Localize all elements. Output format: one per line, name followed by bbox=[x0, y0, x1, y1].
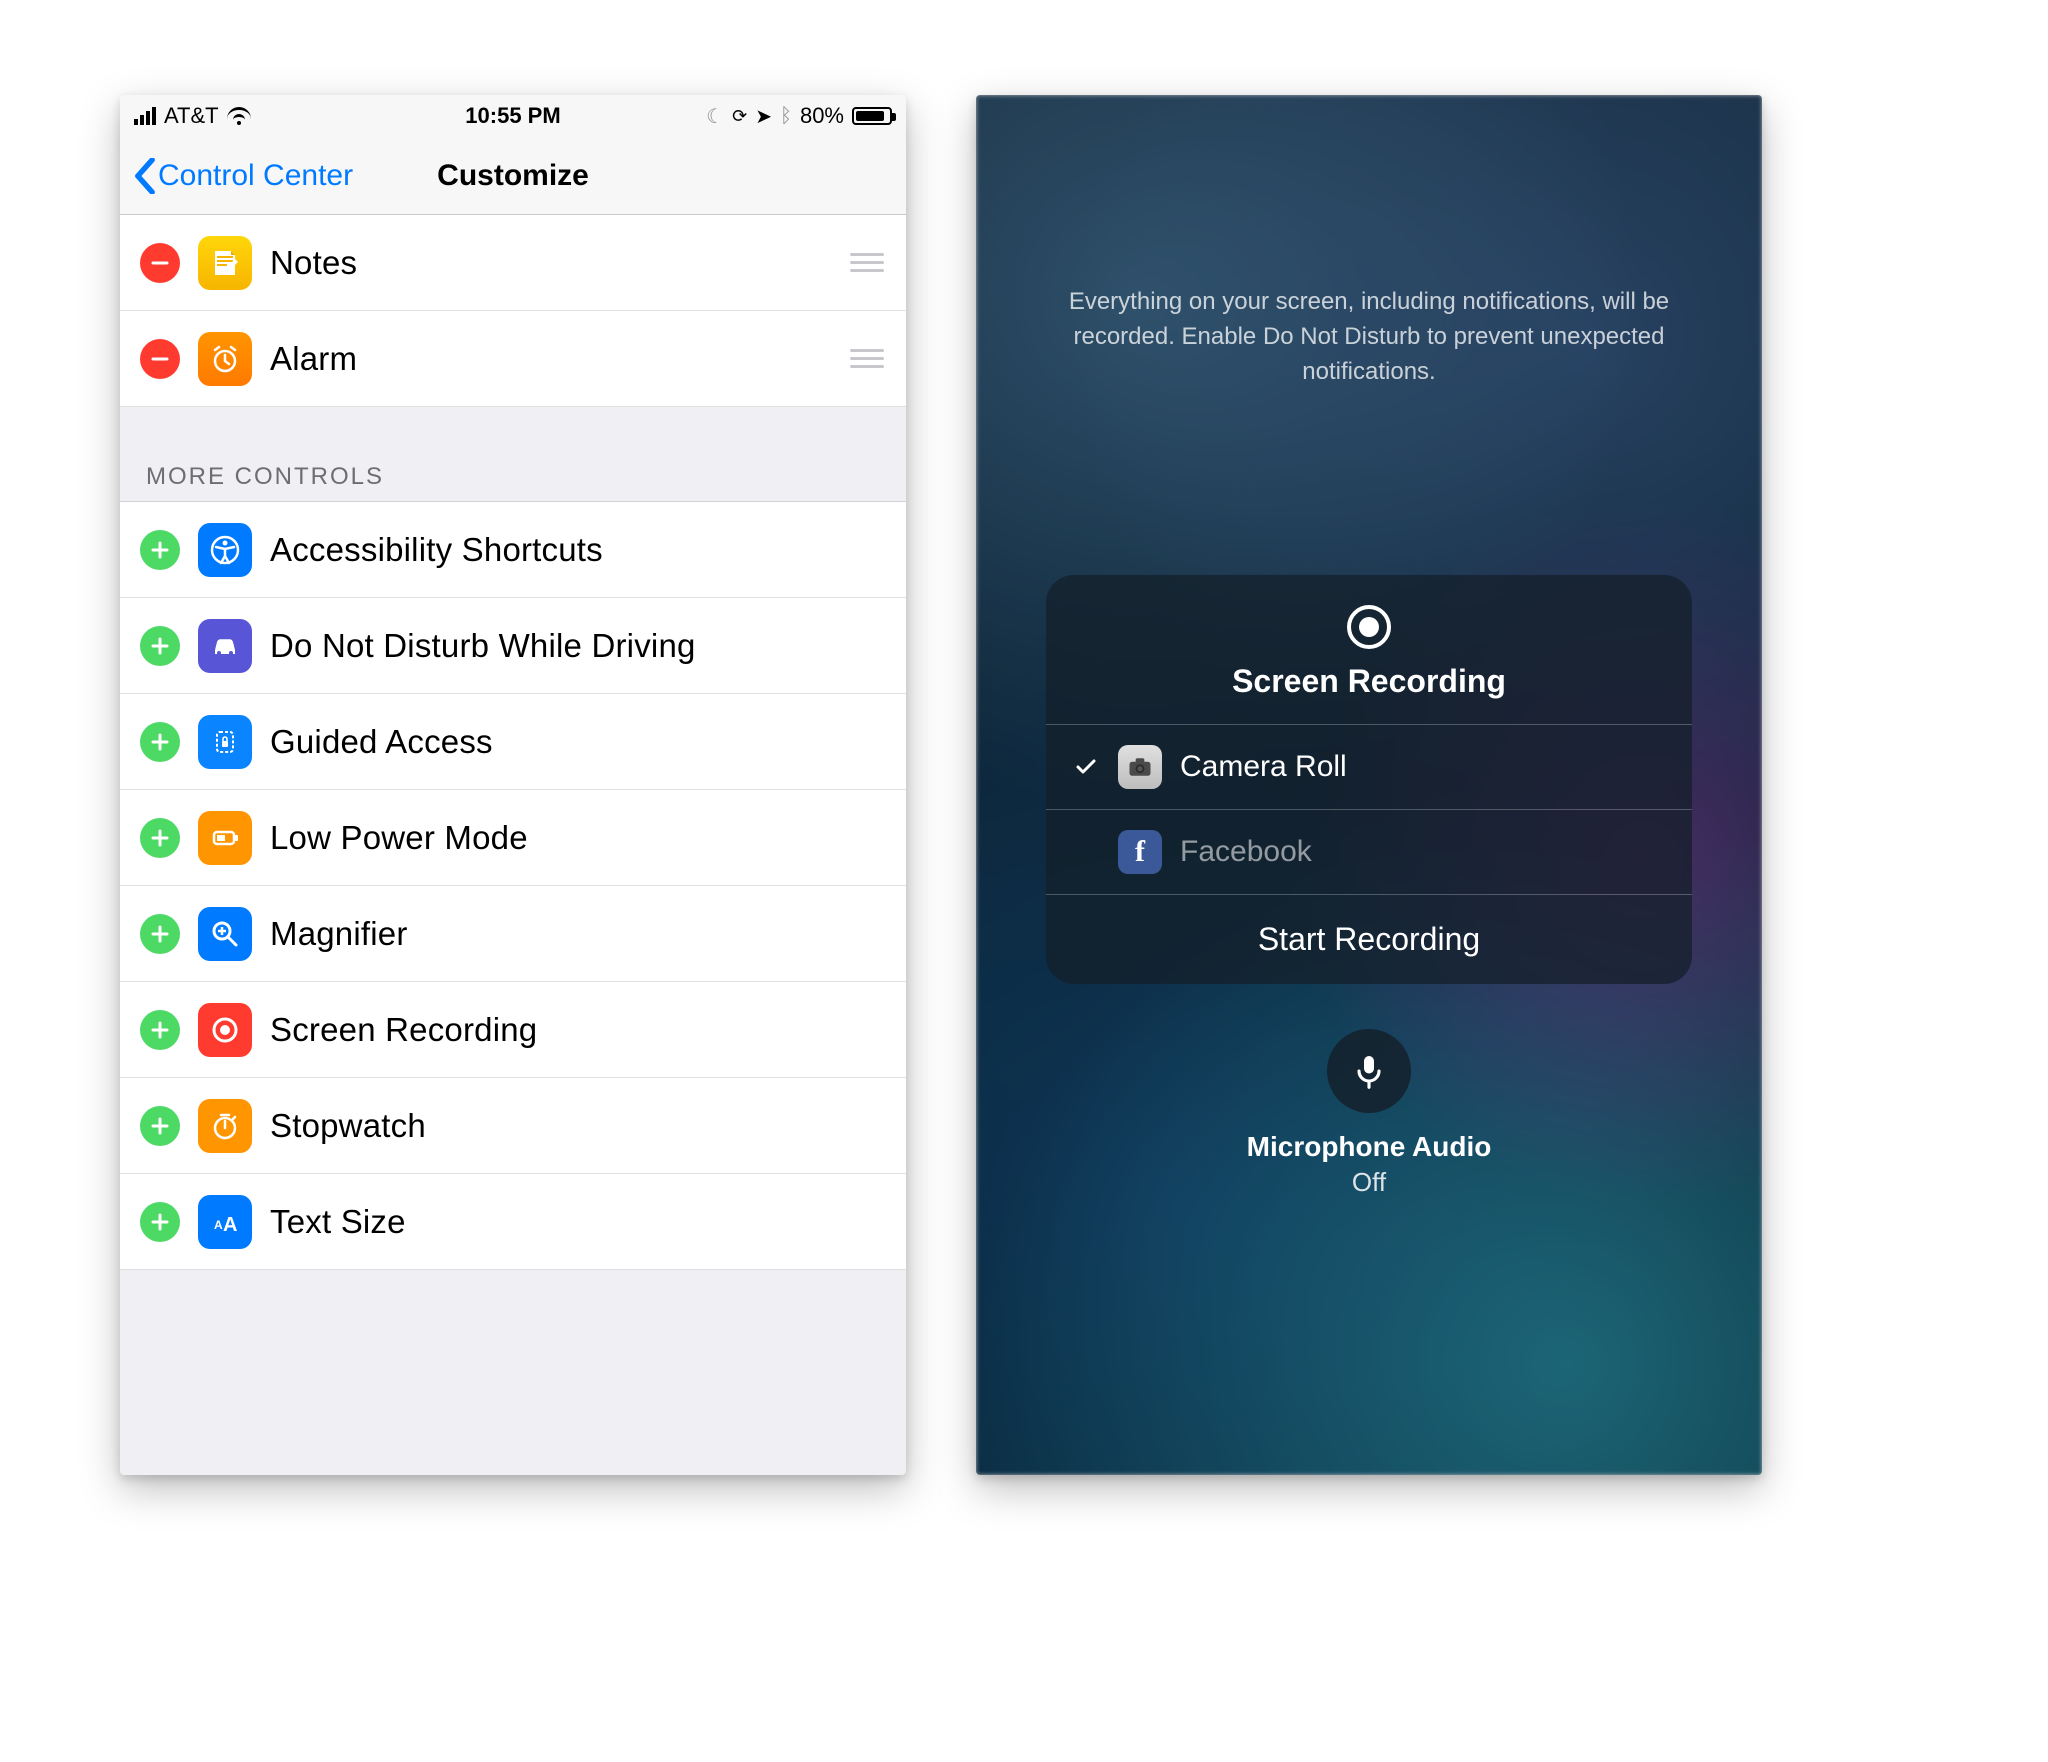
add-button[interactable] bbox=[140, 530, 180, 570]
svg-text:A: A bbox=[214, 1218, 223, 1232]
plus-icon bbox=[150, 828, 170, 848]
control-label: Text Size bbox=[270, 1203, 406, 1241]
remove-button[interactable] bbox=[140, 339, 180, 379]
microphone-icon bbox=[1349, 1051, 1389, 1091]
reorder-handle[interactable] bbox=[850, 349, 884, 368]
checkmark-icon bbox=[1072, 755, 1100, 779]
control-row-text-size[interactable]: AA Text Size bbox=[120, 1174, 906, 1270]
control-row-low-power[interactable]: Low Power Mode bbox=[120, 790, 906, 886]
add-button[interactable] bbox=[140, 1010, 180, 1050]
microphone-label: Microphone Audio bbox=[976, 1131, 1762, 1163]
control-row-notes[interactable]: Notes bbox=[120, 215, 906, 311]
add-button[interactable] bbox=[140, 1106, 180, 1146]
microphone-section: Microphone Audio Off bbox=[976, 1029, 1762, 1198]
control-row-screen-recording[interactable]: Screen Recording bbox=[120, 982, 906, 1078]
plus-icon bbox=[150, 732, 170, 752]
svg-text:A: A bbox=[223, 1214, 237, 1236]
control-row-dnd-driving[interactable]: Do Not Disturb While Driving bbox=[120, 598, 906, 694]
carrier-label: AT&T bbox=[164, 103, 219, 129]
add-button[interactable] bbox=[140, 626, 180, 666]
text-size-icon: AA bbox=[198, 1195, 252, 1249]
microphone-toggle-button[interactable] bbox=[1327, 1029, 1411, 1113]
back-label: Control Center bbox=[158, 159, 353, 193]
guided-access-icon bbox=[198, 715, 252, 769]
panel-header: Screen Recording bbox=[1046, 575, 1692, 724]
orientation-lock-icon: ⟳ bbox=[732, 106, 747, 127]
plus-icon bbox=[150, 540, 170, 560]
minus-icon bbox=[150, 253, 170, 273]
control-label: Screen Recording bbox=[270, 1011, 537, 1049]
control-label: Magnifier bbox=[270, 915, 408, 953]
control-label: Accessibility Shortcuts bbox=[270, 531, 603, 569]
add-button[interactable] bbox=[140, 818, 180, 858]
plus-icon bbox=[150, 636, 170, 656]
destination-camera-roll[interactable]: Camera Roll bbox=[1046, 724, 1692, 809]
control-row-alarm[interactable]: Alarm bbox=[120, 311, 906, 407]
back-button[interactable]: Control Center bbox=[134, 158, 353, 194]
plus-icon bbox=[150, 1212, 170, 1232]
nav-bar: Control Center Customize bbox=[120, 137, 906, 215]
plus-icon bbox=[150, 1020, 170, 1040]
car-icon bbox=[198, 619, 252, 673]
recording-info-text: Everything on your screen, including not… bbox=[1046, 285, 1692, 389]
control-row-magnifier[interactable]: Magnifier bbox=[120, 886, 906, 982]
reorder-handle[interactable] bbox=[850, 253, 884, 272]
accessibility-icon bbox=[198, 523, 252, 577]
minus-icon bbox=[150, 349, 170, 369]
location-icon: ➤ bbox=[755, 104, 772, 129]
plus-icon bbox=[150, 924, 170, 944]
record-circle-icon bbox=[1347, 605, 1391, 649]
option-label: Facebook bbox=[1180, 835, 1312, 869]
microphone-state: Off bbox=[976, 1167, 1762, 1198]
control-label: Low Power Mode bbox=[270, 819, 528, 857]
bluetooth-icon: ᛒ bbox=[780, 105, 792, 128]
alarm-icon bbox=[198, 332, 252, 386]
camera-icon bbox=[1118, 745, 1162, 789]
screen-recording-panel: Screen Recording Camera Roll f Facebook … bbox=[1046, 575, 1692, 984]
chevron-left-icon bbox=[134, 158, 156, 194]
control-row-accessibility[interactable]: Accessibility Shortcuts bbox=[120, 502, 906, 598]
control-label: Notes bbox=[270, 244, 357, 282]
control-label: Do Not Disturb While Driving bbox=[270, 627, 696, 665]
control-label: Stopwatch bbox=[270, 1107, 426, 1145]
notes-icon bbox=[198, 236, 252, 290]
control-row-guided-access[interactable]: Guided Access bbox=[120, 694, 906, 790]
low-power-icon bbox=[198, 811, 252, 865]
panel-title: Screen Recording bbox=[1232, 663, 1506, 700]
magnifier-icon bbox=[198, 907, 252, 961]
included-controls-list: Notes Alarm bbox=[120, 215, 906, 407]
cellular-signal-icon bbox=[134, 107, 156, 125]
destination-facebook[interactable]: f Facebook bbox=[1046, 809, 1692, 894]
control-label: Alarm bbox=[270, 340, 357, 378]
plus-icon bbox=[150, 1116, 170, 1136]
more-controls-list: Accessibility Shortcuts Do Not Disturb W… bbox=[120, 502, 906, 1270]
control-label: Guided Access bbox=[270, 723, 493, 761]
option-label: Camera Roll bbox=[1180, 750, 1347, 784]
section-header-more-controls: MORE CONTROLS bbox=[120, 407, 906, 502]
battery-icon bbox=[852, 107, 892, 125]
add-button[interactable] bbox=[140, 722, 180, 762]
settings-customize-screen: AT&T 10:55 PM ☾ ⟳ ➤ ᛒ 80% Control Center… bbox=[120, 95, 906, 1475]
add-button[interactable] bbox=[140, 1202, 180, 1242]
record-icon bbox=[198, 1003, 252, 1057]
facebook-icon: f bbox=[1118, 830, 1162, 874]
control-row-stopwatch[interactable]: Stopwatch bbox=[120, 1078, 906, 1174]
add-button[interactable] bbox=[140, 914, 180, 954]
remove-button[interactable] bbox=[140, 243, 180, 283]
stopwatch-icon bbox=[198, 1099, 252, 1153]
status-bar: AT&T 10:55 PM ☾ ⟳ ➤ ᛒ 80% bbox=[120, 95, 906, 137]
wifi-icon bbox=[227, 107, 251, 125]
battery-percent: 80% bbox=[800, 103, 844, 129]
screen-recording-overlay: Everything on your screen, including not… bbox=[976, 95, 1762, 1475]
moon-icon: ☾ bbox=[706, 104, 724, 129]
start-recording-button[interactable]: Start Recording bbox=[1046, 894, 1692, 984]
